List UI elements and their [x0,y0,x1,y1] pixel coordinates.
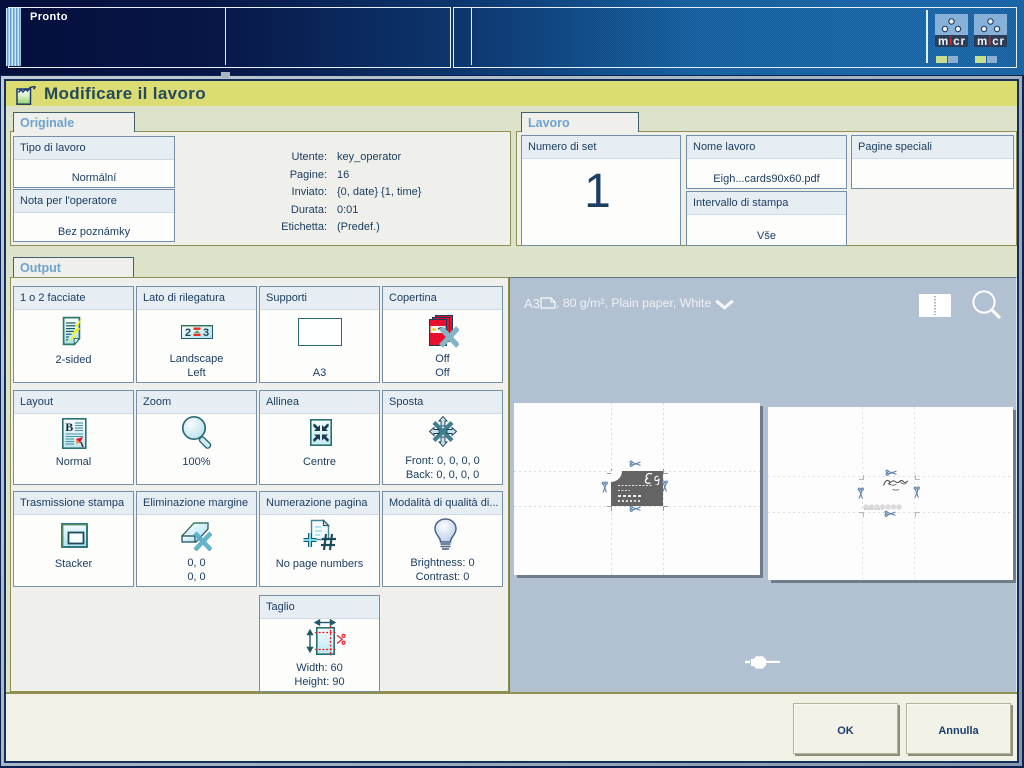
svg-text:micr: micr [938,36,966,47]
svg-text:B: B [65,420,73,434]
svg-text:3: 3 [203,327,209,339]
svg-text:2: 2 [185,327,191,339]
svg-text:micr: micr [977,36,1005,47]
